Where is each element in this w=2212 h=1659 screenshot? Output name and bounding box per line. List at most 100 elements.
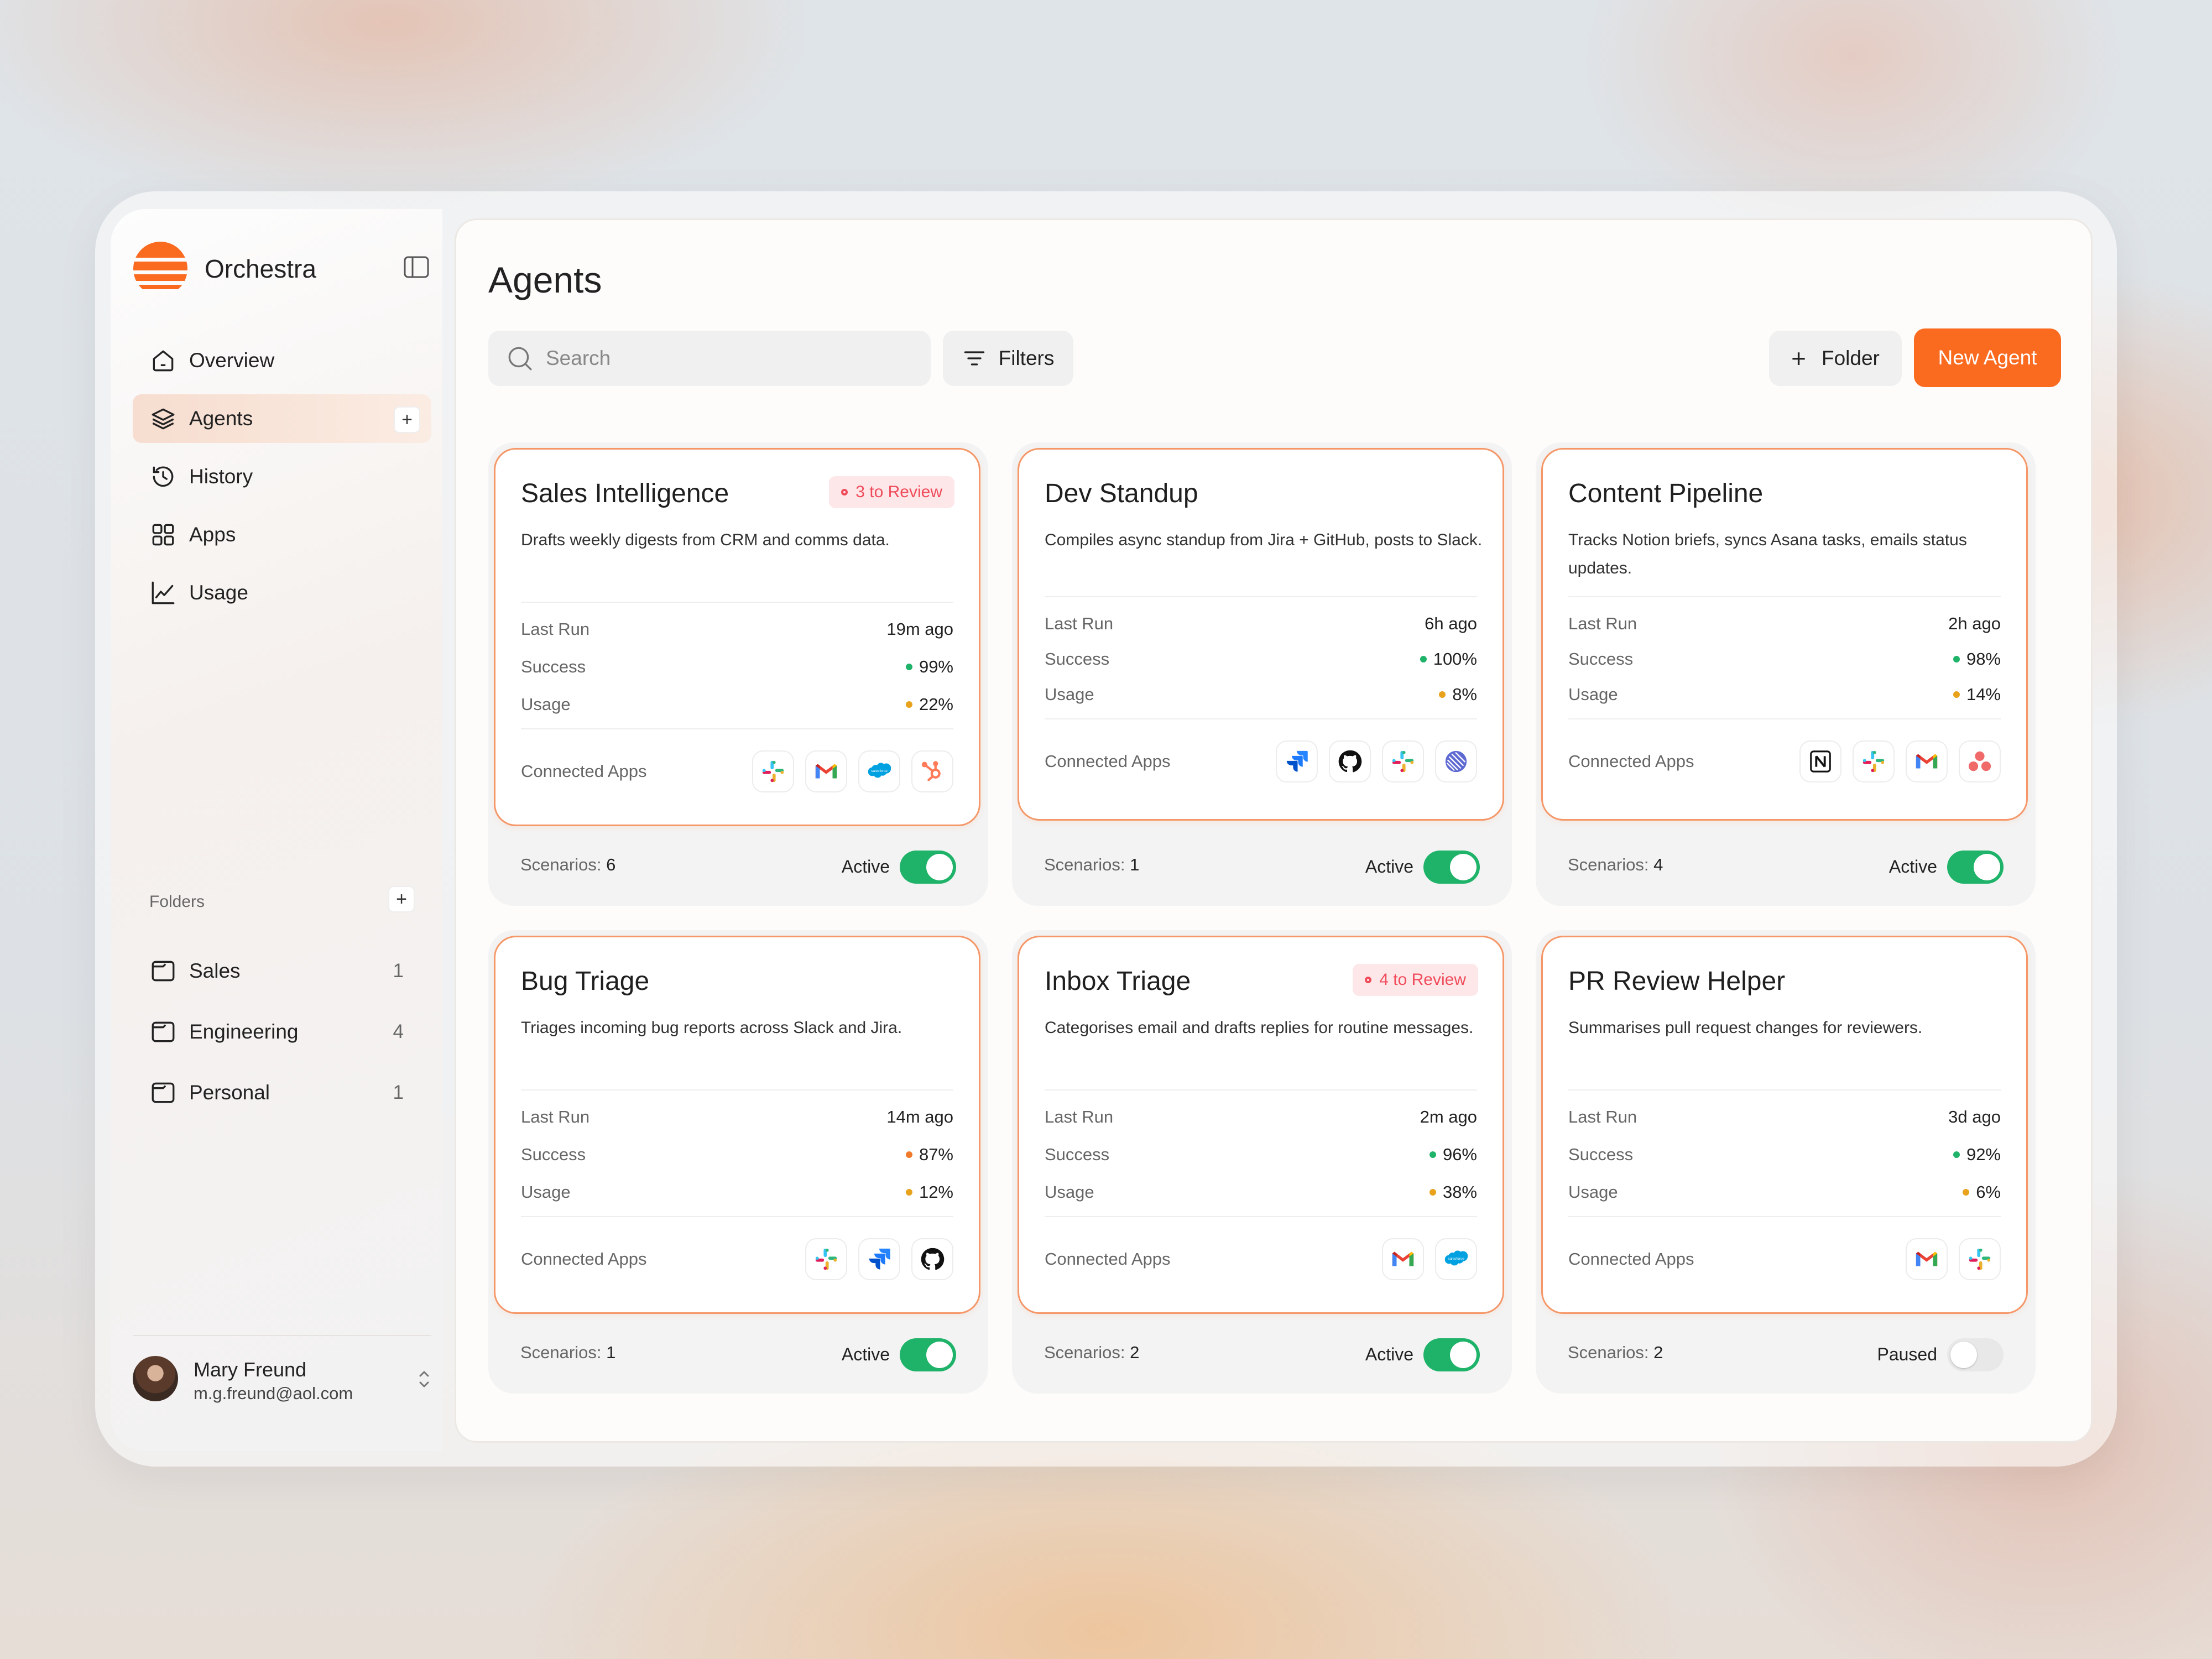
folder-item-engineering[interactable]: Engineering 4: [133, 1006, 431, 1057]
active-toggle[interactable]: [1423, 1338, 1480, 1371]
github-icon[interactable]: [1329, 740, 1371, 782]
folders-list: Sales 1 Engineering 4 Personal 1: [133, 946, 431, 1128]
slack-icon[interactable]: [1853, 740, 1895, 782]
connected-apps-label: Connected Apps: [1045, 1249, 1171, 1269]
slack-icon[interactable]: [1959, 1238, 2001, 1280]
plus-icon: +: [1791, 344, 1806, 373]
search-input[interactable]: [545, 346, 923, 371]
agent-card[interactable]: Content Pipeline Tracks Notion briefs, s…: [1536, 442, 2036, 906]
scenarios: Scenarios: 6: [520, 855, 615, 875]
usage-row: Usage 12%: [521, 1180, 953, 1204]
agent-card[interactable]: PR Review Helper Summarises pull request…: [1536, 930, 2036, 1394]
agent-card-body[interactable]: PR Review Helper Summarises pull request…: [1541, 936, 2028, 1314]
nav-item-history[interactable]: History: [133, 452, 431, 501]
linear-icon[interactable]: [1435, 740, 1477, 782]
github-icon[interactable]: [911, 1238, 953, 1280]
chevron-up-down-icon[interactable]: [416, 1367, 432, 1391]
nav-label: Overview: [189, 349, 275, 372]
agent-card-body[interactable]: Dev Standup Compiles async standup from …: [1018, 448, 1504, 821]
app-name: Orchestra: [205, 254, 316, 283]
agent-name: Inbox Triage: [1045, 967, 1191, 996]
agent-card-body[interactable]: Inbox Triage 4 to Review Categorises ema…: [1018, 936, 1504, 1314]
review-badge[interactable]: 3 to Review: [829, 476, 954, 508]
grid-icon: [152, 524, 174, 546]
filters-button[interactable]: Filters: [943, 331, 1073, 386]
connected-apps-label: Connected Apps: [1568, 752, 1694, 771]
success-row: Success 99%: [521, 655, 953, 679]
salesforce-icon[interactable]: salesforce: [1435, 1238, 1477, 1280]
asana-icon[interactable]: [1959, 740, 2001, 782]
agent-card-body[interactable]: Sales Intelligence 3 to Review Drafts we…: [494, 448, 980, 826]
agent-card[interactable]: Sales Intelligence 3 to Review Drafts we…: [488, 442, 988, 906]
usage-percent: 6%: [1976, 1182, 2001, 1202]
last-run-row: Last Run 6h ago: [1045, 612, 1477, 636]
active-toggle[interactable]: [900, 1338, 956, 1371]
user-account-menu[interactable]: Mary Freund m.g.freund@aol.com: [133, 1335, 431, 1422]
nav-label: History: [189, 465, 253, 488]
new-folder-button[interactable]: + Folder: [1769, 331, 1902, 386]
slack-icon[interactable]: [805, 1238, 847, 1280]
hubspot-icon[interactable]: [911, 750, 953, 792]
gmail-icon[interactable]: [1906, 740, 1948, 782]
folder-item-personal[interactable]: Personal 1: [133, 1067, 431, 1118]
success-label: Success: [521, 657, 586, 676]
folder-count: 1: [393, 1082, 404, 1103]
nav-item-overview[interactable]: Overview: [133, 336, 431, 385]
agent-card[interactable]: Bug Triage Triages incoming bug reports …: [488, 930, 988, 1394]
connected-apps-label: Connected Apps: [1045, 752, 1171, 771]
add-folder-button[interactable]: +: [388, 886, 415, 912]
active-toggle[interactable]: [1947, 1338, 2004, 1371]
active-toggle[interactable]: [1947, 851, 2004, 884]
agent-description: Compiles async standup from Jira + GitHu…: [1045, 531, 1483, 549]
connected-apps: [805, 1238, 953, 1280]
nav-item-agents[interactable]: Agents +: [133, 394, 431, 443]
usage-value: 22%: [905, 695, 953, 714]
salesforce-icon[interactable]: salesforce: [858, 750, 900, 792]
review-badge[interactable]: 4 to Review: [1353, 964, 1478, 996]
slack-icon[interactable]: [1382, 740, 1424, 782]
notion-icon[interactable]: [1799, 740, 1841, 782]
connected-apps: [1276, 740, 1477, 782]
agent-card[interactable]: Dev Standup Compiles async standup from …: [1012, 442, 1512, 906]
jira-icon[interactable]: [858, 1238, 900, 1280]
brand[interactable]: Orchestra: [133, 241, 316, 296]
main-panel: Agents Filters + Folder New Agent Sales …: [455, 218, 2093, 1443]
scenarios-label: Scenarios:: [520, 1343, 602, 1362]
scenarios-label: Scenarios:: [1044, 855, 1125, 874]
folder-item-sales[interactable]: Sales 1: [133, 946, 431, 997]
divider: [521, 1216, 953, 1217]
add-agent-button[interactable]: +: [394, 406, 420, 433]
folder-count: 1: [393, 960, 404, 982]
gmail-icon[interactable]: [1382, 1238, 1424, 1280]
divider: [1045, 1216, 1477, 1217]
connected-apps: salesforce: [752, 750, 953, 792]
agent-card[interactable]: Inbox Triage 4 to Review Categorises ema…: [1012, 930, 1512, 1394]
active-toggle[interactable]: [900, 851, 956, 884]
agent-card-body[interactable]: Content Pipeline Tracks Notion briefs, s…: [1541, 448, 2028, 821]
sidebar-toggle-icon[interactable]: [404, 256, 429, 278]
nav-label: Agents: [189, 407, 253, 430]
gmail-icon[interactable]: [805, 750, 847, 792]
active-toggle[interactable]: [1423, 851, 1480, 884]
home-icon: [153, 350, 174, 372]
last-run-value: 2m ago: [1420, 1107, 1477, 1126]
agent-description: Triages incoming bug reports across Slac…: [521, 1019, 902, 1037]
search-bar[interactable]: [488, 331, 931, 386]
new-agent-button[interactable]: New Agent: [1914, 328, 2061, 387]
toggle-knob: [926, 1342, 953, 1368]
last-run-value: 3d ago: [1948, 1107, 2001, 1126]
user-name: Mary Freund: [194, 1358, 307, 1381]
usage-row: Usage 22%: [521, 692, 953, 717]
nav-item-usage[interactable]: Usage: [133, 568, 431, 617]
last-run-label: Last Run: [521, 1107, 590, 1126]
status-dot: [1439, 691, 1446, 698]
gmail-icon[interactable]: [1906, 1238, 1948, 1280]
jira-icon[interactable]: [1276, 740, 1318, 782]
scenarios-count: 6: [606, 855, 616, 874]
slack-icon[interactable]: [752, 750, 794, 792]
nav-item-apps[interactable]: Apps: [133, 510, 431, 559]
agent-card-body[interactable]: Bug Triage Triages incoming bug reports …: [494, 936, 980, 1314]
layers-icon: [152, 408, 175, 430]
success-row: Success 92%: [1568, 1142, 2001, 1167]
filters-label: Filters: [998, 347, 1055, 369]
